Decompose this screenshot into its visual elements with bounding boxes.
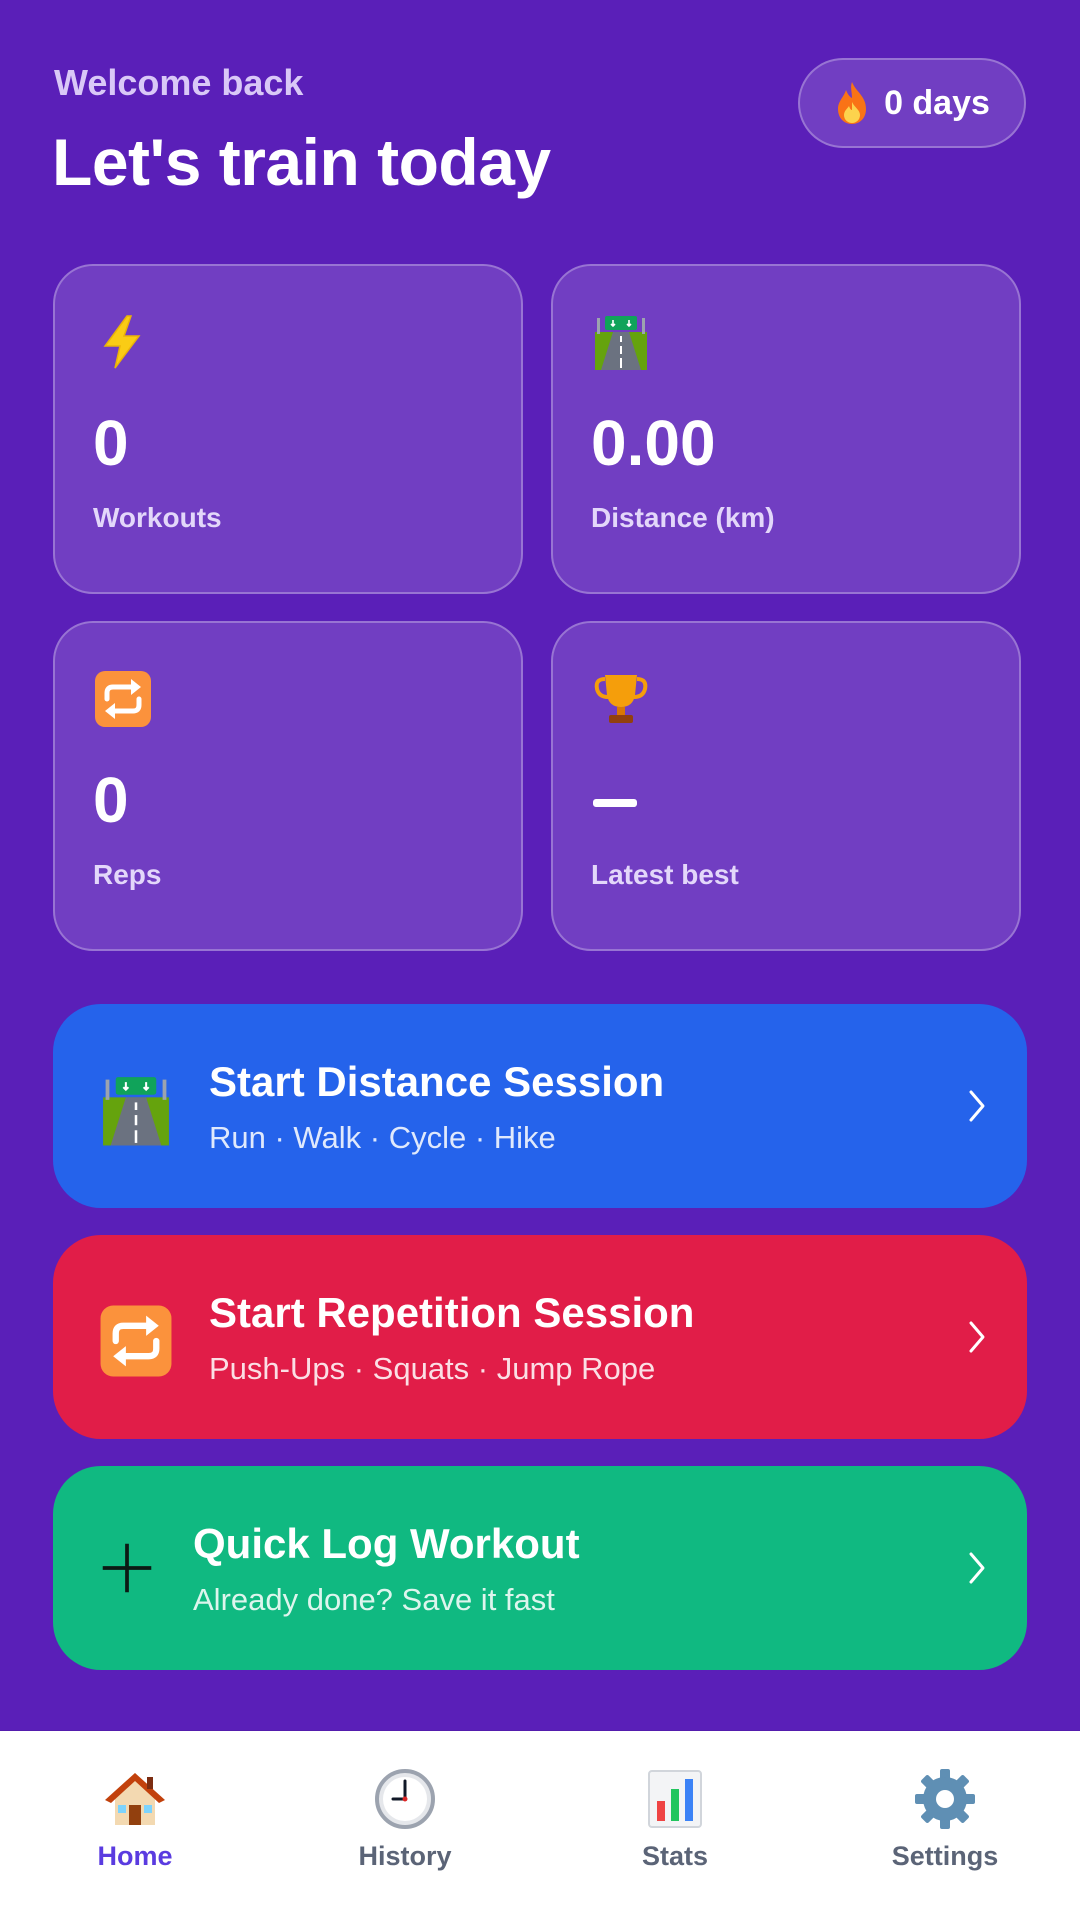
chevron-right-icon [969, 1090, 985, 1122]
bar-chart-icon [648, 1770, 702, 1828]
stat-label: Latest best [591, 859, 739, 890]
action-title: Start Repetition Session [209, 1289, 695, 1336]
streak-badge[interactable]: 0 days [798, 58, 1026, 148]
road-icon [595, 316, 647, 370]
nav-label: Settings [891, 1841, 999, 1871]
stat-label: Workouts [93, 502, 222, 533]
action-subtitle: Already done? Save it fast [193, 1582, 555, 1617]
stat-label: Distance (km) [591, 502, 775, 533]
nav-label: Stats [641, 1841, 709, 1871]
action-subtitle: Run · Walk · Cycle · Hike [209, 1120, 556, 1155]
stat-value: 0 [93, 407, 129, 479]
chevron-right-icon [969, 1552, 985, 1584]
stat-label: Reps [93, 859, 162, 890]
road-icon [103, 1077, 169, 1146]
nav-item-history[interactable]: History [270, 1731, 540, 1920]
plus-icon [102, 1543, 152, 1593]
stat-value: 0.00 [591, 407, 716, 479]
clock-icon [375, 1769, 435, 1829]
repeat-icon [95, 671, 151, 727]
stat-value: 0 [93, 764, 129, 836]
page-title: Let's train today [52, 125, 551, 199]
trophy-icon [594, 675, 648, 723]
action-title: Quick Log Workout [193, 1520, 580, 1567]
stat-card-reps: 0 Reps [53, 621, 523, 951]
welcome-text: Welcome back [54, 62, 304, 103]
action-title: Start Distance Session [209, 1058, 665, 1105]
empty-value-dash [593, 799, 637, 807]
bottom-navigation: Home History Stats Settings [0, 1731, 1080, 1920]
gear-icon [915, 1769, 975, 1829]
repeat-icon [100, 1305, 172, 1377]
flame-icon [838, 82, 867, 124]
nav-item-settings[interactable]: Settings [810, 1731, 1080, 1920]
nav-label: Home [97, 1841, 173, 1871]
chevron-right-icon [969, 1321, 985, 1353]
house-icon [105, 1773, 165, 1825]
quick-log-workout-button[interactable]: Quick Log Workout Already done? Save it … [53, 1466, 1027, 1670]
start-distance-session-button[interactable]: Start Distance Session Run · Walk · Cycl… [53, 1004, 1027, 1208]
nav-item-stats[interactable]: Stats [540, 1731, 810, 1920]
nav-label: History [358, 1841, 452, 1871]
streak-count: 0 days [884, 83, 990, 122]
nav-item-home[interactable]: Home [0, 1731, 270, 1920]
stat-card-latest-best: Latest best [551, 621, 1021, 951]
action-subtitle: Push-Ups · Squats · Jump Rope [209, 1351, 656, 1386]
stat-card-distance: 0.00 Distance (km) [551, 264, 1021, 594]
start-repetition-session-button[interactable]: Start Repetition Session Push-Ups · Squa… [53, 1235, 1027, 1439]
lightning-icon [103, 315, 141, 369]
stat-card-workouts: 0 Workouts [53, 264, 523, 594]
